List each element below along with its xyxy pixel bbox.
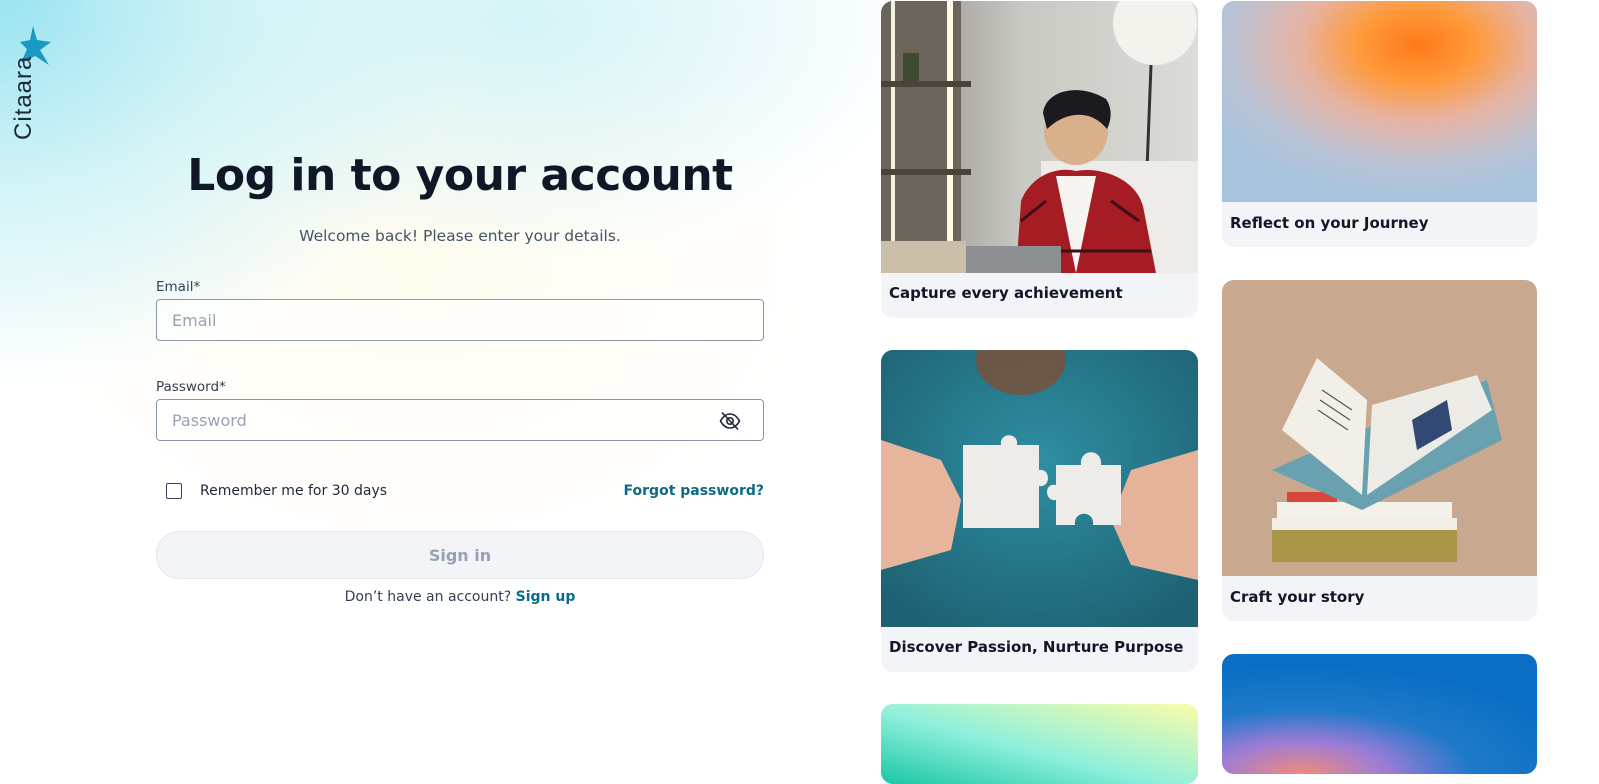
gallery-card-passion: Discover Passion, Nurture Purpose xyxy=(881,350,1198,672)
blue-gradient-image xyxy=(1222,654,1537,774)
card-caption: Craft your story xyxy=(1230,588,1365,606)
card-caption: Capture every achievement xyxy=(889,284,1123,302)
gallery-card-gradient-blue xyxy=(1222,654,1537,774)
forgot-password-link[interactable]: Forgot password? xyxy=(624,483,764,499)
sign-in-button[interactable]: Sign in xyxy=(156,531,764,579)
remember-label: Remember me for 30 days xyxy=(200,483,388,499)
options-row: Remember me for 30 days Forgot password? xyxy=(156,483,764,499)
gallery-card-journey: Reflect on your Journey xyxy=(1222,1,1537,247)
page-subtitle: Welcome back! Please enter your details. xyxy=(299,227,621,245)
sign-up-link[interactable]: Sign up xyxy=(516,589,576,605)
brand-rail: Citaara xyxy=(0,0,72,200)
card-caption: Discover Passion, Nurture Purpose xyxy=(889,638,1184,656)
password-field-box xyxy=(156,399,764,441)
password-label: Password* xyxy=(156,379,226,395)
signup-prompt: Don’t have an account? xyxy=(344,589,512,605)
email-label: Email* xyxy=(156,279,201,295)
card-caption: Reflect on your Journey xyxy=(1230,214,1429,232)
eye-off-icon[interactable] xyxy=(719,411,741,431)
man-with-laptop-image xyxy=(881,1,1198,273)
remember-me: Remember me for 30 days xyxy=(156,483,387,499)
signup-row: Don’t have an account? Sign up xyxy=(156,589,764,605)
brand-name: Citaara xyxy=(10,55,37,140)
orange-blue-gradient-image xyxy=(1222,1,1537,202)
gallery-card-achievement: Capture every achievement xyxy=(881,1,1198,318)
email-input[interactable] xyxy=(157,300,688,340)
remember-checkbox[interactable] xyxy=(166,483,182,499)
photo-book-image xyxy=(1222,280,1537,576)
puzzle-pieces-image xyxy=(881,350,1198,627)
login-form: Log in to your account Welcome back! Ple… xyxy=(156,150,764,605)
email-field-box xyxy=(156,299,764,341)
gallery-card-gradient-teal xyxy=(881,704,1198,784)
gallery-card-story: Craft your story xyxy=(1222,280,1537,621)
password-input[interactable] xyxy=(157,400,688,440)
teal-yellow-gradient-image xyxy=(881,704,1198,784)
page-title: Log in to your account xyxy=(187,150,733,201)
